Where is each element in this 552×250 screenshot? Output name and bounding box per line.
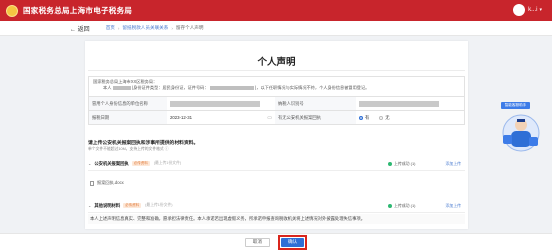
breadcrumb-bar: ← 返回 首页 › 留抵税款人员关联关系 › 留存个人声明 (0, 21, 552, 36)
attachments-heading: 请上传公安机关报案回执和涉事所提供的材料资料。 (88, 141, 199, 146)
user-name: k...i (528, 7, 538, 13)
required-badge: 必传资料 (123, 203, 142, 208)
declaration-statement: 本人上述声明信息真实、完整和准确，愿承担法律责任。本人承诺若出现虚假义务，所承诺… (88, 214, 465, 224)
uploaded-file[interactable]: 报案回执.docx (90, 180, 124, 186)
page-title: 个人声明 (257, 57, 296, 68)
breadcrumb-relation[interactable]: 留抵税款人员关联关系 (122, 25, 168, 31)
confirm-highlight: 确认 (278, 234, 308, 250)
upload-status: 上传成功 (1) (388, 161, 415, 167)
top-header: 国家税务总局上海市电子税务局 k...i ▾ (0, 0, 552, 21)
masked-name (112, 85, 131, 90)
breadcrumb-separator: › (171, 25, 173, 31)
user-menu[interactable]: k...i ▾ (513, 4, 542, 16)
radio-no[interactable] (379, 115, 384, 120)
back-button[interactable]: ← 返回 (70, 24, 90, 33)
notice-line-2: 本人 (身份证件类型：居民身份证，证件号码： )，以下任职情况与实际情况不符，个… (103, 85, 370, 90)
required-badge: 必传资料 (131, 161, 150, 166)
form-row: 冒用个人身份信息的单位名称 纳税人识别号 (88, 97, 465, 111)
breadcrumb-current: 留存个人声明 (175, 25, 204, 30)
action-footer: 取消 确认 (0, 233, 552, 250)
breadcrumb-home[interactable]: 首页 (106, 25, 115, 31)
masked-id-number (209, 85, 254, 90)
calendar-icon: ▭ (267, 114, 272, 121)
success-dot-icon (388, 203, 392, 208)
radio-yes-label: 有 (365, 114, 370, 120)
radio-yes[interactable] (359, 115, 363, 120)
police-receipt-label: 有无公安机关报案回执 (275, 111, 356, 124)
attachment-row-police-receipt: ⌄ 公安机关报案回执 必传资料 (最上传1份文件) 上传成功 (1) 添加上传 (88, 157, 465, 171)
uploaded-file-name: 报案回执.docx (97, 180, 124, 185)
declaration-panel: 个人声明 国家税务总局上海市XX区税务局： 本人 (身份证件类型：居民身份证，证… (85, 41, 468, 229)
chevron-down-icon[interactable]: ⌄ (88, 203, 91, 208)
site-title: 国家税务总局上海市电子税务局 (23, 6, 133, 15)
report-date-label: 报税日期 (89, 111, 167, 124)
chevron-down-icon[interactable]: ⌄ (88, 161, 91, 166)
radio-no-label: 无 (385, 114, 390, 120)
declaration-notice: 国家税务总局上海市XX区税务局： 本人 (身份证件类型：居民身份证，证件号码： … (88, 76, 465, 97)
company-name-label: 冒用个人身份信息的单位名称 (89, 97, 167, 110)
declaration-form: 冒用个人身份信息的单位名称 纳税人识别号 报税日期 2023-12-31 ▭ 有… (88, 97, 465, 125)
breadcrumb-separator: › (117, 25, 120, 31)
masked-company-name (170, 100, 260, 107)
add-upload-link[interactable]: 添加上传 (445, 161, 461, 167)
masked-taxpayer-id (359, 100, 439, 107)
service-mascot-icon[interactable] (497, 111, 541, 155)
chevron-down-icon: ▾ (539, 7, 542, 13)
add-upload-link[interactable]: 添加上传 (445, 203, 461, 209)
form-row: 报税日期 2023-12-31 ▭ 有无公安机关报案回执 有 无 (88, 111, 465, 125)
document-icon (90, 180, 94, 186)
report-date-field[interactable]: 2023-12-31 ▭ (167, 111, 275, 124)
upload-status: 上传成功 (1) (388, 203, 415, 209)
cancel-button[interactable]: 取消 (244, 237, 270, 247)
user-avatar (513, 4, 526, 16)
attachment-name: 公安机关报案回执 (94, 160, 129, 166)
taxpayer-id-label: 纳税人识别号 (275, 97, 356, 110)
police-receipt-radio-group: 有 无 (356, 111, 464, 124)
attachment-hint: (最上传1份文件) (153, 161, 182, 165)
attachments-subheading: 单个文件不能超过10M，支持上传的文件格式 ⓘ (88, 147, 169, 151)
attachment-name: 其他说明材料 (94, 202, 121, 208)
smart-service-button[interactable]: 智能客服助手 (501, 102, 530, 109)
company-name-field[interactable] (167, 97, 275, 110)
divider (88, 70, 465, 71)
confirm-button[interactable]: 确认 (281, 237, 305, 247)
taxpayer-id-field[interactable] (356, 97, 464, 110)
report-date-value: 2023-12-31 (170, 115, 192, 120)
attachment-hint: (最上传1份文件) (145, 203, 173, 207)
attachment-row-other-material: ⌄ 其他说明材料 必传资料 (最上传1份文件) 上传成功 (1) 添加上传 (88, 199, 465, 213)
success-dot-icon (388, 161, 392, 166)
tax-bureau-logo (6, 4, 18, 17)
